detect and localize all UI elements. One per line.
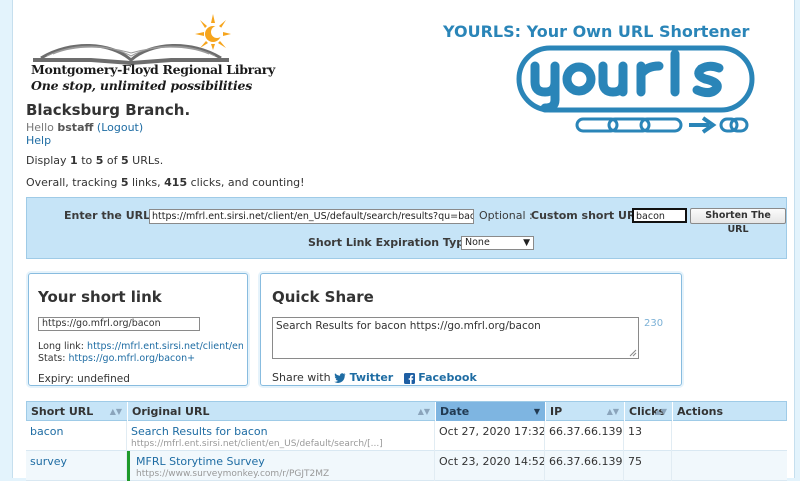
open-book-icon <box>33 43 229 65</box>
expiry-text: Expiry: undefined <box>38 373 130 385</box>
sort-icon: ▲▼ <box>654 407 667 416</box>
sort-icon: ▲▼ <box>417 407 430 416</box>
share-textarea[interactable]: Search Results for bacon https://go.mfrl… <box>272 317 639 359</box>
shorten-button[interactable]: Shorten The URL <box>690 208 786 235</box>
col-clicks[interactable]: Clicks ▲▼ <box>625 402 673 421</box>
url-label: Enter the URL: <box>64 209 155 222</box>
original-url: https://mfrl.ent.sirsi.net/client/en_US/… <box>131 439 383 449</box>
original-url-title[interactable]: MFRL Storytime Survey <box>136 455 265 468</box>
library-tagline: One stop, unlimited possibilities <box>31 78 253 93</box>
table-header: Short URL ▲▼ Original URL ▲▼ Date ▼ IP ▲▼ Cl… <box>26 401 787 421</box>
expiry-type-select[interactable]: None ▼ <box>461 236 534 250</box>
original-url-title[interactable]: Search Results for bacon <box>131 425 268 438</box>
table-row: bacon Search Results for bacon https://m… <box>26 421 787 451</box>
long-link-row: Long link: https://mfrl.ent.sirsi.net/cl… <box>38 341 243 352</box>
url-input[interactable]: https://mfrl.ent.sirsi.net/client/en_US/… <box>149 209 474 224</box>
overall-stats: Overall, tracking 5 links, 415 clicks, a… <box>26 176 305 189</box>
clicks-cell: 13 <box>624 421 672 451</box>
col-original-url[interactable]: Original URL ▲▼ <box>128 402 436 421</box>
chevron-down-icon: ▼ <box>523 238 530 248</box>
share-links: Share with Twitter Facebook <box>272 371 477 384</box>
resize-grip-icon[interactable] <box>629 349 637 357</box>
yourls-title[interactable]: YOURLS: Your Own URL Shortener <box>443 22 749 41</box>
char-count: 230 <box>644 318 664 329</box>
quick-share-panel: Quick Share Search Results for bacon htt… <box>260 273 682 386</box>
short-url-link[interactable]: survey <box>30 455 67 468</box>
sort-desc-icon: ▼ <box>533 407 540 416</box>
short-url-link[interactable]: bacon <box>30 425 63 438</box>
help-link[interactable]: Help <box>26 134 51 147</box>
optional-label: Optional : <box>479 209 533 222</box>
library-name: Montgomery-Floyd Regional Library <box>31 62 276 77</box>
new-url-form: Enter the URL: https://mfrl.ent.sirsi.ne… <box>26 197 787 259</box>
ip-cell: 66.37.66.139 <box>545 421 624 451</box>
library-logo[interactable]: Montgomery-Floyd Regional Library One st… <box>29 10 276 98</box>
branch-title: Blacksburg Branch. <box>26 101 191 119</box>
actions-cell <box>672 451 785 481</box>
display-count: Display 1 to 5 of 5 URLs. <box>26 154 164 167</box>
actions-cell <box>672 421 785 451</box>
username: bstaff <box>57 121 94 134</box>
ip-cell: 66.37.66.139 <box>545 451 624 481</box>
expiry-type-label: Short Link Expiration Type: <box>308 236 477 249</box>
col-short-url[interactable]: Short URL ▲▼ <box>27 402 128 421</box>
stats-link[interactable]: https://go.mfrl.org/bacon+ <box>68 353 195 364</box>
page: Montgomery-Floyd Regional Library One st… <box>12 0 795 481</box>
long-link[interactable]: https://mfrl.ent.sirsi.net/client/en_US <box>87 341 243 352</box>
short-link-input[interactable]: https://go.mfrl.org/bacon <box>38 317 200 331</box>
short-link-panel: Your short link https://go.mfrl.org/baco… <box>28 273 248 386</box>
greeting: Hello bstaff (Logout) <box>26 121 144 134</box>
clicks-cell: 75 <box>624 451 672 481</box>
facebook-icon[interactable] <box>403 372 415 384</box>
stats-row: Stats: https://go.mfrl.org/bacon+ <box>38 353 196 364</box>
twitter-share-link[interactable]: Twitter <box>350 371 394 384</box>
table-row: survey MFRL Storytime Survey https://www… <box>26 451 787 481</box>
custom-short-input[interactable]: bacon <box>632 208 687 223</box>
date-cell: Oct 23, 2020 14:52 <box>435 451 545 481</box>
logout-link[interactable]: (Logout) <box>97 121 143 134</box>
date-cell: Oct 27, 2020 17:32 <box>435 421 545 451</box>
col-date[interactable]: Date ▼ <box>436 402 546 421</box>
sort-icon: ▲▼ <box>109 407 122 416</box>
custom-label: Custom short URL: <box>531 209 647 222</box>
twitter-icon[interactable] <box>334 373 346 383</box>
sort-icon: ▲▼ <box>606 407 619 416</box>
col-ip[interactable]: IP ▲▼ <box>546 402 625 421</box>
yourls-logo-icon[interactable] <box>513 44 758 139</box>
quick-share-title: Quick Share <box>272 288 374 306</box>
facebook-share-link[interactable]: Facebook <box>418 371 477 384</box>
col-actions: Actions <box>677 405 723 418</box>
short-link-title: Your short link <box>38 288 162 306</box>
new-row-marker <box>127 451 130 481</box>
